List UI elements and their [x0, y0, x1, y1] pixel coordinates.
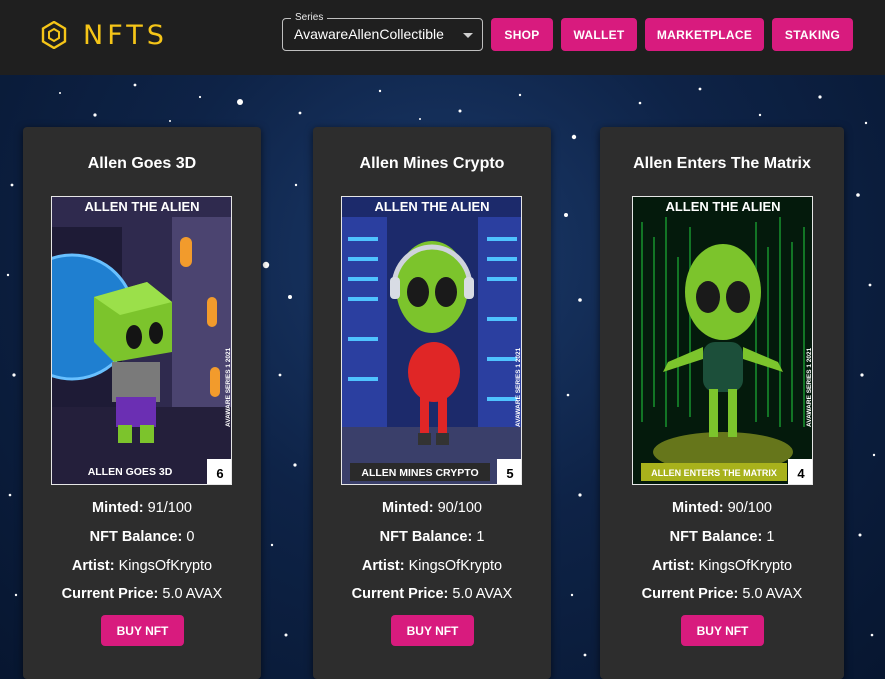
balance-line: NFT Balance: 1: [313, 529, 551, 545]
buy-nft-button[interactable]: BUY NFT: [681, 615, 764, 646]
minted-line: Minted: 90/100: [600, 500, 844, 516]
balance-value: 1: [766, 529, 775, 545]
buy-nft-button[interactable]: BUY NFT: [101, 615, 184, 646]
art-side-text: AVAWARE SERIES 1 2021: [515, 347, 522, 427]
minted-value: 90/100: [437, 500, 482, 516]
card-title: Allen Goes 3D: [87, 155, 197, 172]
art-side-text: AVAWARE SERIES 1 2021: [806, 347, 813, 427]
artist-line: Artist: KingsOfKrypto: [600, 558, 844, 574]
art-header: ALLEN THE ALIEN: [665, 199, 780, 214]
nft-image[interactable]: ALLEN THE ALIEN ALLEN ENTERS THE MATRIX …: [632, 196, 813, 485]
artist-value: KingsOfKrypto: [698, 558, 793, 574]
nft-image[interactable]: ALLEN THE ALIEN ALLEN MINES CRYPTO 5 AVA…: [341, 196, 522, 485]
logo-text: NFTS: [83, 19, 168, 51]
logo[interactable]: NFTS: [41, 19, 168, 51]
minted-value: 91/100: [147, 500, 192, 516]
art-side-text: AVAWARE SERIES 1 2021: [225, 347, 232, 427]
balance-label: NFT Balance:: [89, 529, 183, 545]
artist-line: Artist: KingsOfKrypto: [23, 558, 261, 574]
top-bar: NFTS Series AvawareAllenCollectible SHOP…: [0, 0, 885, 75]
nft-artwork-matrix-alien: ALLEN THE ALIEN ALLEN ENTERS THE MATRIX …: [633, 197, 813, 484]
art-caption: ALLEN ENTERS THE MATRIX: [651, 468, 777, 478]
minted-label: Minted:: [672, 500, 724, 516]
marketplace-button[interactable]: MARKETPLACE: [645, 18, 764, 51]
artist-label: Artist:: [71, 558, 115, 574]
hexagon-logo-icon: [41, 21, 67, 49]
series-label: Series: [291, 11, 328, 25]
minted-line: Minted: 90/100: [313, 500, 551, 516]
minted-line: Minted: 91/100: [23, 500, 261, 516]
nft-card: Allen Goes 3D ALLEN THE ALIEN ALLEN GOES…: [23, 127, 261, 679]
artist-value: KingsOfKrypto: [118, 558, 213, 574]
nft-card: Allen Enters The Matrix ALLEN THE ALIEN …: [600, 127, 844, 679]
balance-label: NFT Balance:: [379, 529, 473, 545]
shop-button[interactable]: SHOP: [491, 18, 553, 51]
nft-artwork-miner-alien: ALLEN THE ALIEN ALLEN MINES CRYPTO 5 AVA…: [342, 197, 522, 484]
artist-line: Artist: KingsOfKrypto: [313, 558, 551, 574]
art-number: 5: [506, 466, 513, 481]
art-header: ALLEN THE ALIEN: [374, 199, 489, 214]
price-line: Current Price: 5.0 AVAX: [313, 586, 551, 602]
artist-label: Artist:: [361, 558, 405, 574]
minted-label: Minted:: [382, 500, 434, 516]
art-caption: ALLEN MINES CRYPTO: [361, 467, 478, 479]
price-line: Current Price: 5.0 AVAX: [600, 586, 844, 602]
chevron-down-icon: [463, 33, 473, 38]
balance-line: NFT Balance: 0: [23, 529, 261, 545]
price-value: 5.0 AVAX: [452, 586, 513, 602]
buy-nft-button[interactable]: BUY NFT: [391, 615, 474, 646]
wallet-button[interactable]: WALLET: [561, 18, 637, 51]
nft-artwork-3d-alien: ALLEN THE ALIEN ALLEN GOES 3D 6 AVAWARE …: [52, 197, 232, 484]
art-number: 6: [216, 466, 223, 481]
card-title: Allen Mines Crypto: [359, 155, 505, 172]
artist-value: KingsOfKrypto: [408, 558, 503, 574]
price-label: Current Price:: [351, 586, 449, 602]
series-select[interactable]: Series AvawareAllenCollectible: [282, 11, 483, 51]
series-value: AvawareAllenCollectible: [294, 26, 444, 42]
minted-label: Minted:: [92, 500, 144, 516]
balance-line: NFT Balance: 1: [600, 529, 844, 545]
artist-label: Artist:: [651, 558, 695, 574]
price-value: 5.0 AVAX: [162, 586, 223, 602]
staking-button[interactable]: STAKING: [772, 18, 853, 51]
card-title: Allen Enters The Matrix: [633, 155, 811, 172]
balance-value: 1: [476, 529, 485, 545]
art-caption: ALLEN GOES 3D: [88, 466, 173, 478]
art-header: ALLEN THE ALIEN: [84, 199, 199, 214]
nft-image[interactable]: ALLEN THE ALIEN ALLEN GOES 3D 6 AVAWARE …: [51, 196, 232, 485]
price-line: Current Price: 5.0 AVAX: [23, 586, 261, 602]
price-label: Current Price:: [61, 586, 159, 602]
art-number: 4: [797, 466, 805, 481]
balance-value: 0: [186, 529, 195, 545]
nft-card: Allen Mines Crypto ALLEN THE ALIEN ALLEN…: [313, 127, 551, 679]
balance-label: NFT Balance:: [669, 529, 763, 545]
minted-value: 90/100: [727, 500, 772, 516]
price-label: Current Price:: [641, 586, 739, 602]
price-value: 5.0 AVAX: [742, 586, 803, 602]
